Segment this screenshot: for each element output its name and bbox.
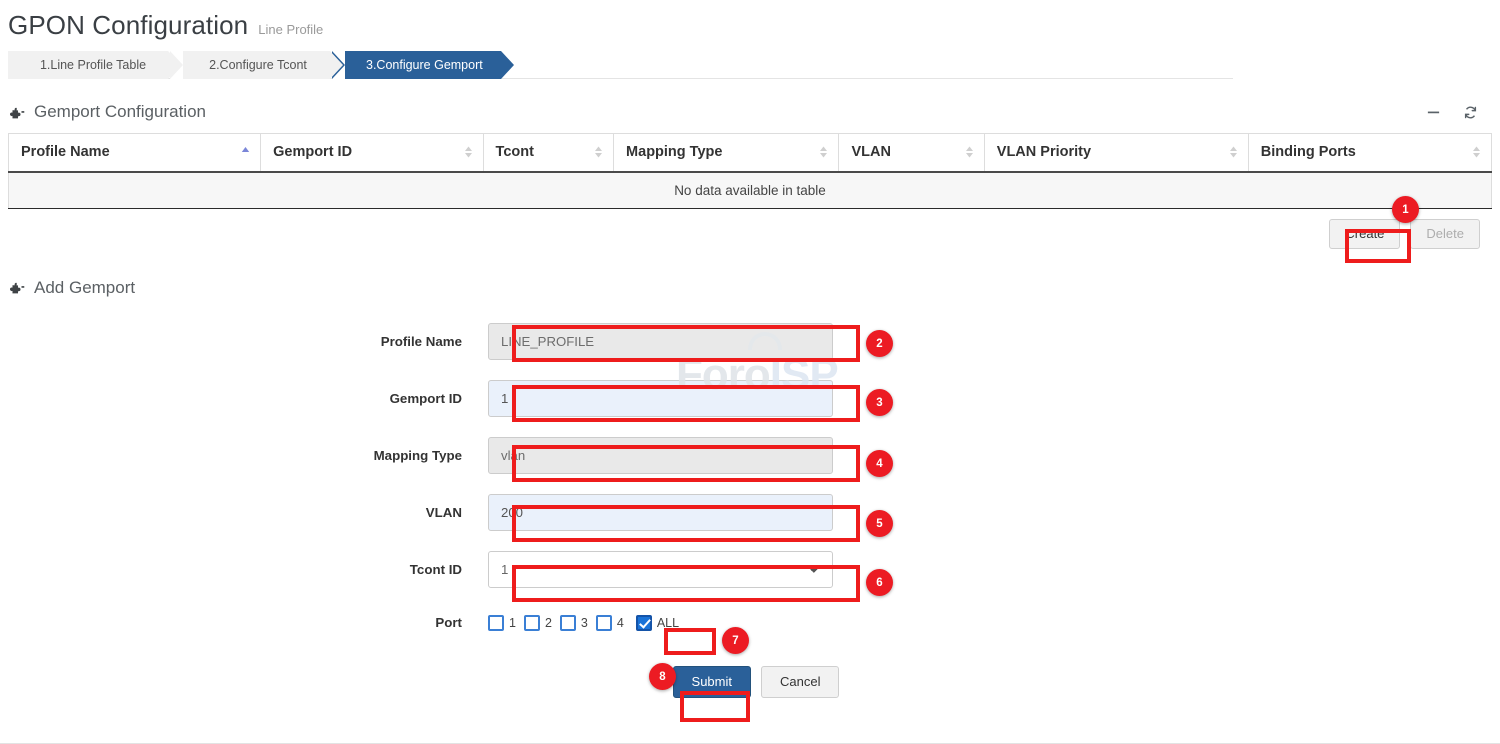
port-label-3: 3 — [581, 616, 588, 630]
port-checkbox-3[interactable] — [560, 615, 576, 631]
puzzle-piece-icon — [8, 104, 25, 121]
port-label-2: 2 — [545, 616, 552, 630]
sort-none-icon — [965, 145, 974, 159]
page-subtitle: Line Profile — [258, 22, 323, 37]
column-header-vlan-priority[interactable]: VLAN Priority — [984, 134, 1248, 172]
column-header-profile-name[interactable]: Profile Name — [9, 134, 261, 172]
port-label-1: 1 — [509, 616, 516, 630]
port-checkbox-1[interactable] — [488, 615, 504, 631]
submit-button[interactable]: Submit — [673, 666, 751, 698]
annotation-badge-5: 5 — [866, 510, 893, 537]
port-checkbox-all-item: ALL — [636, 615, 679, 631]
wizard-step-configure-gemport[interactable]: 3.Configure Gemport — [332, 51, 501, 79]
port-checkbox-all[interactable] — [636, 615, 652, 631]
sort-none-icon — [464, 145, 473, 159]
annotation-badge-4: 4 — [866, 450, 893, 477]
form-row-port: Port 1 2 3 4 — [0, 608, 1500, 638]
column-header-mapping-type[interactable]: Mapping Type — [614, 134, 839, 172]
port-checkbox-3-item: 3 — [560, 615, 588, 631]
table-header-row: Profile Name Gemport ID Tcont — [9, 134, 1492, 172]
page-header: GPON Configuration Line Profile — [0, 0, 1500, 47]
panel-tools — [1426, 105, 1492, 120]
gemport-table-wrap: Profile Name Gemport ID Tcont — [0, 133, 1500, 209]
port-checkbox-4[interactable] — [596, 615, 612, 631]
form-row-profile-name: Profile Name — [0, 323, 1500, 360]
add-gemport-header: Add Gemport — [0, 273, 1500, 303]
port-label-4: 4 — [617, 616, 624, 630]
form-row-mapping-type: Mapping Type — [0, 437, 1500, 474]
wizard-breadcrumb: 1.Line Profile Table 2.Configure Tcont 3… — [8, 51, 1233, 79]
annotation-badge-2: 2 — [866, 330, 893, 357]
wizard-step-line-profile-table[interactable]: 1.Line Profile Table — [8, 51, 168, 79]
label-tcont-id: Tcont ID — [0, 562, 488, 577]
sort-none-icon — [1229, 145, 1238, 159]
label-vlan: VLAN — [0, 505, 488, 520]
gpon-configuration-page: GPON Configuration Line Profile 1.Line P… — [0, 0, 1500, 744]
port-checkbox-group: 1 2 3 4 ALL — [488, 615, 687, 631]
sort-none-icon — [819, 145, 828, 159]
grid-actions: Create Delete — [0, 209, 1500, 249]
form-actions: Submit Cancel — [0, 666, 1500, 698]
form-row-tcont-id: Tcont ID 1 — [0, 551, 1500, 588]
port-checkbox-2-item: 2 — [524, 615, 552, 631]
label-profile-name: Profile Name — [0, 334, 488, 349]
form-row-gemport-id: Gemport ID — [0, 380, 1500, 417]
refresh-icon[interactable] — [1463, 105, 1478, 120]
wizard-step-configure-tcont[interactable]: 2.Configure Tcont — [170, 51, 330, 79]
column-header-vlan[interactable]: VLAN — [839, 134, 984, 172]
annotation-badge-7: 7 — [722, 627, 749, 654]
port-label-all: ALL — [657, 616, 679, 630]
form-row-vlan: VLAN — [0, 494, 1500, 531]
label-port: Port — [0, 615, 488, 630]
label-mapping-type: Mapping Type — [0, 448, 488, 463]
label-gemport-id: Gemport ID — [0, 391, 488, 406]
gemport-table: Profile Name Gemport ID Tcont — [8, 133, 1492, 209]
add-gemport-form: Profile Name Gemport ID Mapping Type VLA… — [0, 323, 1500, 698]
sort-none-icon — [594, 145, 603, 159]
column-header-binding-ports[interactable]: Binding Ports — [1248, 134, 1491, 172]
panel-title: Gemport Configuration — [34, 102, 206, 122]
sort-asc-icon — [241, 145, 250, 159]
minus-icon[interactable] — [1426, 105, 1441, 120]
profile-name-input[interactable] — [488, 323, 833, 360]
annotation-badge-6: 6 — [866, 569, 893, 596]
delete-button[interactable]: Delete — [1410, 219, 1480, 249]
annotation-badge-1: 1 — [1392, 196, 1419, 223]
tcont-id-select[interactable]: 1 — [488, 551, 833, 588]
page-title: GPON Configuration — [8, 10, 248, 41]
port-checkbox-4-item: 4 — [596, 615, 624, 631]
vlan-input[interactable] — [488, 494, 833, 531]
mapping-type-input[interactable] — [488, 437, 833, 474]
table-empty-message: No data available in table — [9, 172, 1492, 209]
column-header-tcont[interactable]: Tcont — [483, 134, 614, 172]
column-header-gemport-id[interactable]: Gemport ID — [261, 134, 483, 172]
puzzle-piece-icon — [8, 279, 25, 296]
gemport-id-input[interactable] — [488, 380, 833, 417]
gemport-configuration-header: Gemport Configuration — [0, 97, 1500, 127]
annotation-badge-3: 3 — [866, 389, 893, 416]
annotation-badge-8: 8 — [649, 663, 676, 690]
port-checkbox-1-item: 1 — [488, 615, 516, 631]
cancel-button[interactable]: Cancel — [761, 666, 839, 698]
port-checkbox-2[interactable] — [524, 615, 540, 631]
table-empty-row: No data available in table — [9, 172, 1492, 209]
add-gemport-title: Add Gemport — [34, 278, 135, 298]
sort-none-icon — [1472, 145, 1481, 159]
create-button[interactable]: Create — [1329, 219, 1400, 249]
